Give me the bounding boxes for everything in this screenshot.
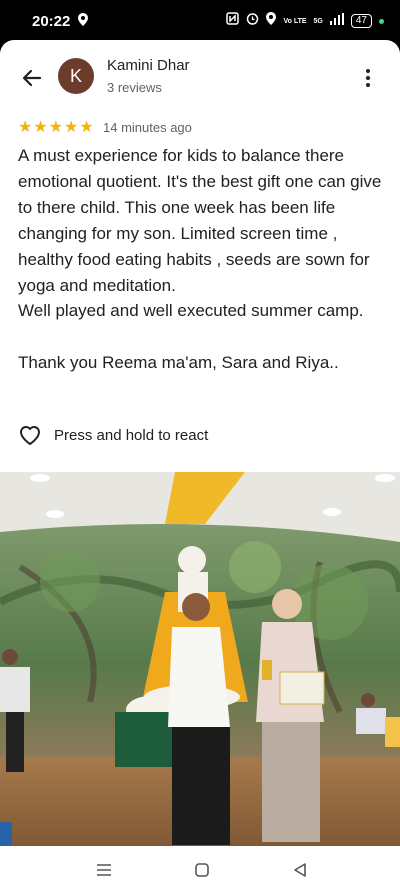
menu-icon xyxy=(97,864,111,876)
review-sheet: K Kamini Dhar 3 reviews ★ ★ ★ ★ ★ 14 min… xyxy=(0,40,400,893)
react-button[interactable]: Press and hold to react xyxy=(18,424,208,446)
review-paragraph: A must experience for kids to balance th… xyxy=(18,146,382,295)
react-label: Press and hold to react xyxy=(54,426,209,444)
star-icon: ★ xyxy=(18,119,33,136)
nfc-icon xyxy=(226,12,240,30)
heart-outline-icon xyxy=(20,426,40,445)
nav-back-button[interactable] xyxy=(288,858,312,882)
avatar[interactable]: K xyxy=(58,58,94,94)
network-label: 5G xyxy=(313,17,323,25)
home-square-icon xyxy=(195,863,209,877)
arrow-left-icon xyxy=(22,69,42,87)
volte-label: Vo LTE xyxy=(283,17,307,25)
back-triangle-icon xyxy=(294,863,306,877)
reviewer-review-count: 3 reviews xyxy=(107,80,162,95)
status-bar: 20:22 Vo LTE 5G 47 xyxy=(0,0,400,40)
battery-indicator: 47 xyxy=(350,14,372,28)
status-time: 20:22 xyxy=(32,13,71,30)
star-icon: ★ xyxy=(33,119,48,136)
review-paragraph: Well played and well executed summer cam… xyxy=(18,301,364,321)
star-rating: ★ ★ ★ ★ ★ xyxy=(18,120,94,136)
signal-icon xyxy=(329,12,344,30)
star-icon: ★ xyxy=(64,119,79,136)
star-icon: ★ xyxy=(48,119,64,136)
more-options-button[interactable] xyxy=(356,66,380,90)
review-timestamp: 14 minutes ago xyxy=(103,120,192,135)
more-vertical-icon xyxy=(366,69,370,87)
star-icon: ★ xyxy=(79,119,94,136)
recents-button[interactable] xyxy=(92,858,116,882)
home-button[interactable] xyxy=(190,858,214,882)
system-navigation-bar xyxy=(0,846,400,893)
award-ceremony-photo xyxy=(0,472,400,886)
reviewer-name[interactable]: Kamini Dhar xyxy=(107,57,190,74)
review-photo[interactable] xyxy=(0,472,400,886)
review-body: A must experience for kids to balance th… xyxy=(18,143,390,376)
review-paragraph: Thank you Reema ma'am, Sara and Riya.. xyxy=(18,353,339,373)
location-icon xyxy=(78,13,88,31)
privacy-dot xyxy=(379,18,384,24)
back-button[interactable] xyxy=(18,64,46,92)
alarm-icon xyxy=(246,12,259,30)
location-icon xyxy=(266,12,277,30)
